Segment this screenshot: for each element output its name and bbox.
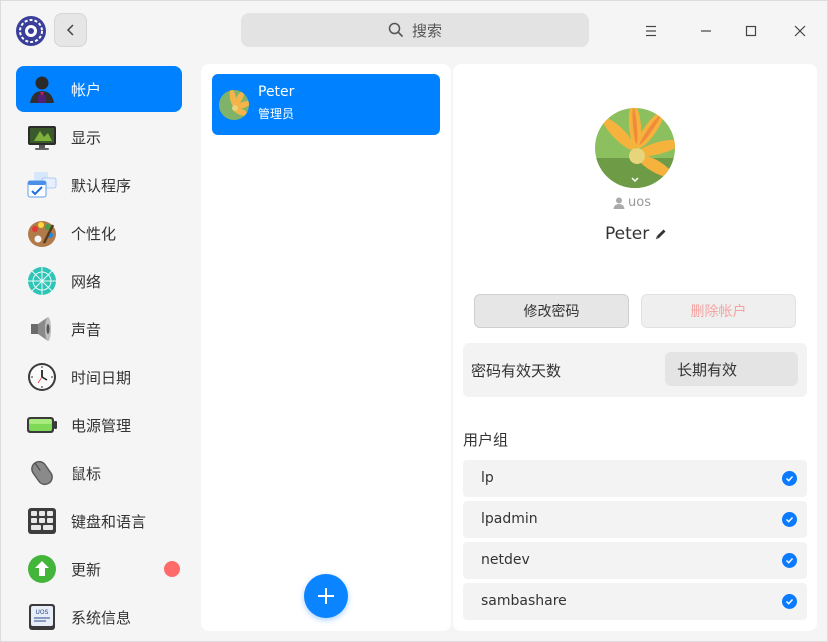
sidebar-item-label: 个性化 bbox=[71, 225, 117, 243]
maximize-icon bbox=[745, 25, 757, 37]
search-input[interactable]: 搜索 bbox=[241, 13, 589, 47]
user-role: 管理员 bbox=[258, 107, 295, 121]
checkmark-icon[interactable] bbox=[782, 512, 797, 527]
sidebar-item-label: 更新 bbox=[71, 561, 102, 579]
keyboard-icon bbox=[28, 508, 56, 534]
sidebar-item-system-info[interactable]: UOS 系统信息 bbox=[16, 594, 182, 640]
sidebar-item-datetime[interactable]: 时间日期 bbox=[16, 354, 182, 400]
login-name: uos bbox=[613, 195, 651, 210]
sidebar-item-power[interactable]: 电源管理 bbox=[16, 402, 182, 448]
edit-pencil-icon[interactable] bbox=[654, 228, 667, 241]
user-icon bbox=[613, 197, 625, 209]
sidebar-item-label: 声音 bbox=[71, 321, 102, 339]
sidebar-item-label: 系统信息 bbox=[71, 609, 132, 627]
sidebar-item-label: 鼠标 bbox=[71, 465, 102, 483]
palette-icon bbox=[28, 221, 56, 247]
user-name: Peter bbox=[258, 84, 295, 100]
account-detail-panel: uos Peter 修改密码 删除帐户 密码有效天数 长期有效 用户组 lp l… bbox=[453, 64, 817, 631]
sidebar-item-network[interactable]: 网络 bbox=[16, 258, 182, 304]
clock-icon bbox=[28, 363, 56, 391]
sidebar: 帐户 显示 默认程序 个性化 网络 声音 时间日期 电源管理 鼠标 键盘和语言 … bbox=[9, 61, 193, 642]
sidebar-item-label: 帐户 bbox=[71, 81, 102, 99]
groups-title: 用户组 bbox=[463, 431, 509, 449]
control-center-window: 搜索 帐户 显示 默认程序 个性化 网络 声音 时间日期 电源管理 鼠标 键盘和… bbox=[0, 0, 828, 642]
group-item[interactable]: lp bbox=[463, 460, 807, 497]
group-item[interactable]: lpadmin bbox=[463, 501, 807, 538]
login-name-text: uos bbox=[628, 195, 651, 210]
sidebar-item-label: 时间日期 bbox=[71, 369, 132, 387]
search-icon bbox=[388, 22, 404, 38]
sidebar-item-default-apps[interactable]: 默认程序 bbox=[16, 162, 182, 208]
battery-icon bbox=[27, 417, 57, 433]
sidebar-item-label: 显示 bbox=[71, 129, 102, 147]
group-name: sambashare bbox=[481, 593, 567, 609]
default-apps-icon bbox=[27, 172, 57, 198]
plus-icon bbox=[318, 588, 334, 604]
delete-account-button[interactable]: 删除帐户 bbox=[641, 294, 796, 328]
checkmark-icon[interactable] bbox=[782, 553, 797, 568]
change-password-button[interactable]: 修改密码 bbox=[474, 294, 629, 328]
avatar bbox=[219, 90, 249, 120]
update-badge bbox=[164, 561, 180, 577]
password-validity-row: 密码有效天数 长期有效 bbox=[463, 343, 807, 397]
group-name: lpadmin bbox=[481, 511, 538, 527]
user-list-panel: Peter 管理员 bbox=[201, 64, 451, 631]
speaker-icon bbox=[31, 317, 51, 341]
sidebar-item-keyboard[interactable]: 键盘和语言 bbox=[16, 498, 182, 544]
checkmark-icon[interactable] bbox=[782, 594, 797, 609]
sidebar-item-mouse[interactable]: 鼠标 bbox=[16, 450, 182, 496]
password-validity-select[interactable]: 长期有效 bbox=[665, 352, 798, 386]
minimize-button[interactable] bbox=[691, 16, 721, 46]
group-name: netdev bbox=[481, 552, 530, 568]
maximize-button[interactable] bbox=[736, 16, 766, 46]
account-avatar[interactable] bbox=[595, 108, 675, 188]
add-user-button[interactable] bbox=[304, 574, 348, 618]
chevron-left-icon bbox=[66, 24, 74, 36]
display-icon bbox=[28, 126, 56, 150]
sidebar-item-accounts[interactable]: 帐户 bbox=[16, 66, 182, 112]
user-list-item[interactable]: Peter 管理员 bbox=[212, 74, 440, 135]
close-icon bbox=[794, 25, 806, 37]
sidebar-item-label: 默认程序 bbox=[71, 177, 132, 195]
password-validity-label: 密码有效天数 bbox=[471, 362, 562, 380]
titlebar: 搜索 bbox=[1, 1, 828, 61]
full-name[interactable]: Peter bbox=[605, 224, 667, 244]
group-item[interactable]: sambashare bbox=[463, 583, 807, 620]
minimize-icon bbox=[701, 30, 711, 32]
network-icon bbox=[28, 267, 56, 295]
search-placeholder: 搜索 bbox=[411, 21, 442, 40]
system-info-icon: UOS bbox=[29, 604, 55, 630]
app-logo-icon bbox=[15, 15, 47, 47]
group-item[interactable]: netdev bbox=[463, 542, 807, 579]
sidebar-item-label: 网络 bbox=[71, 273, 102, 291]
back-button[interactable] bbox=[54, 13, 87, 47]
mouse-icon bbox=[31, 460, 53, 486]
svg-text:UOS: UOS bbox=[36, 609, 49, 616]
update-icon bbox=[28, 555, 56, 583]
sidebar-item-personalization[interactable]: 个性化 bbox=[16, 210, 182, 256]
sidebar-item-label: 电源管理 bbox=[71, 417, 132, 435]
menu-button[interactable] bbox=[636, 16, 666, 46]
sidebar-item-display[interactable]: 显示 bbox=[16, 114, 182, 160]
close-button[interactable] bbox=[785, 16, 815, 46]
sidebar-item-label: 键盘和语言 bbox=[71, 513, 147, 531]
full-name-text: Peter bbox=[605, 224, 650, 244]
group-name: lp bbox=[481, 470, 494, 486]
sidebar-item-update[interactable]: 更新 bbox=[16, 546, 182, 592]
hamburger-menu-icon bbox=[646, 25, 656, 37]
checkmark-icon[interactable] bbox=[782, 471, 797, 486]
sidebar-item-sound[interactable]: 声音 bbox=[16, 306, 182, 352]
account-icon bbox=[30, 76, 54, 103]
